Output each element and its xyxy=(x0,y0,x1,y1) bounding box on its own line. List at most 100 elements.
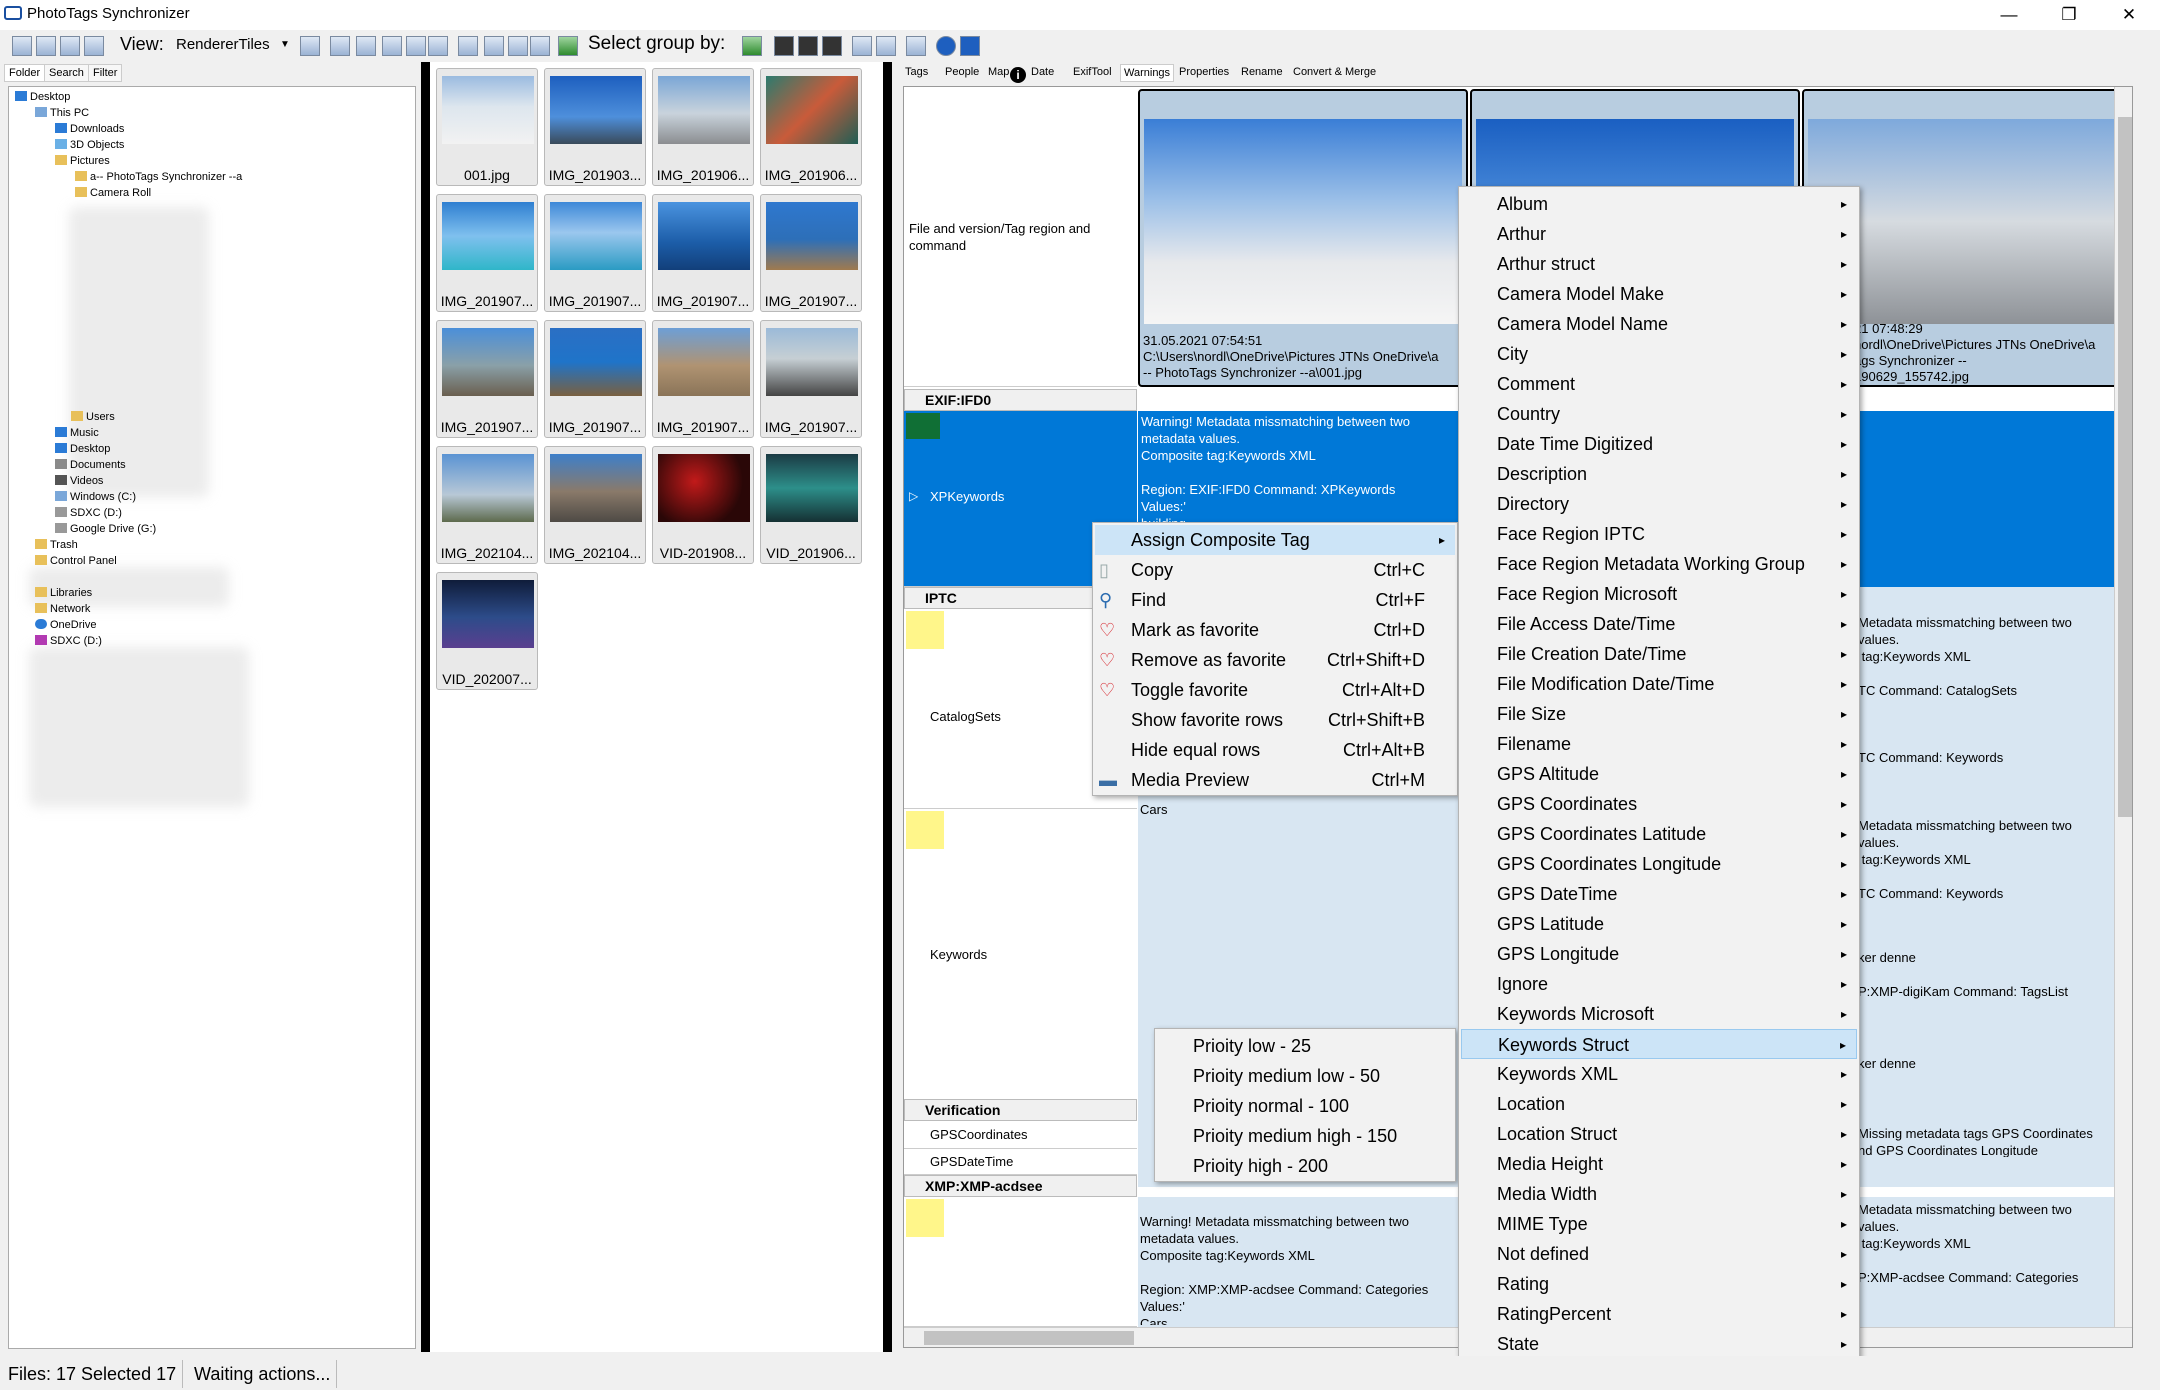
close-button[interactable]: ✕ xyxy=(2106,0,2152,30)
menu-item-composite-tag[interactable]: City ▸ xyxy=(1461,339,1857,369)
compare-icon[interactable] xyxy=(876,36,896,56)
menu-item-composite-tag[interactable]: File Size ▸ xyxy=(1461,699,1857,729)
thumbnail[interactable]: IMG_201907... xyxy=(652,194,754,312)
menu-item-composite-tag[interactable]: Keywords XML ▸ xyxy=(1461,1059,1857,1089)
menu-item-priority[interactable]: Prioity high - 200 xyxy=(1157,1151,1453,1181)
tree-item[interactable]: Google Drive (G:) xyxy=(55,523,156,535)
menu-item-composite-tag[interactable]: Directory ▸ xyxy=(1461,489,1857,519)
thumbnail[interactable]: IMG_201906... xyxy=(652,68,754,186)
tab-date[interactable]: Date xyxy=(1028,64,1057,82)
tab-exiftool[interactable]: ExifTool xyxy=(1070,64,1115,82)
menu-item-find[interactable]: ⚲ Find Ctrl+F xyxy=(1095,585,1455,615)
menu-item-composite-tag[interactable]: Face Region IPTC ▸ xyxy=(1461,519,1857,549)
thumbnail[interactable]: IMG_201907... xyxy=(544,194,646,312)
group-icon[interactable] xyxy=(742,36,762,56)
menu-item-composite-tag[interactable]: Media Height ▸ xyxy=(1461,1149,1857,1179)
image-icon[interactable] xyxy=(330,36,350,56)
tree-item[interactable]: Videos xyxy=(55,475,103,487)
rotate-icon[interactable] xyxy=(458,36,478,56)
panel-splitter[interactable] xyxy=(421,62,430,1352)
group-header[interactable]: Verification xyxy=(904,1099,1137,1121)
thumbnail[interactable]: IMG_201907... xyxy=(436,320,538,438)
save-icon[interactable] xyxy=(906,36,926,56)
menu-item-composite-tag[interactable]: File Access Date/Time ▸ xyxy=(1461,609,1857,639)
menu-item-composite-tag[interactable]: Media Width ▸ xyxy=(1461,1179,1857,1209)
thumbnail[interactable]: IMG_202104... xyxy=(544,446,646,564)
grid-icon[interactable] xyxy=(798,36,818,56)
menu-item-composite-tag[interactable]: Not defined ▸ xyxy=(1461,1239,1857,1269)
tab-convert-merge[interactable]: Convert & Merge xyxy=(1290,64,1379,82)
tree-item[interactable]: 3D Objects xyxy=(55,139,124,151)
row-label-gpsdatetime[interactable]: GPSDateTime xyxy=(904,1149,1137,1175)
image-icon[interactable] xyxy=(406,36,426,56)
expand-icon[interactable]: ▷ xyxy=(909,489,918,503)
menu-item-composite-tag[interactable]: MIME Type ▸ xyxy=(1461,1209,1857,1239)
image-icon[interactable] xyxy=(428,36,448,56)
image-icon[interactable] xyxy=(382,36,402,56)
menu-item-composite-tag[interactable]: State ▸ xyxy=(1461,1329,1857,1359)
tree-item[interactable]: Pictures xyxy=(55,155,110,167)
view-select[interactable]: RendererTiles xyxy=(170,34,292,58)
thumbnail[interactable]: IMG_201907... xyxy=(652,320,754,438)
thumbnail[interactable]: IMG_201903... xyxy=(544,68,646,186)
menu-item-composite-tag[interactable]: Filename ▸ xyxy=(1461,729,1857,759)
maximize-button[interactable]: ❐ xyxy=(2046,0,2092,30)
chevron-down-icon[interactable]: ▼ xyxy=(280,39,290,50)
thumbnail[interactable]: IMG_202104... xyxy=(436,446,538,564)
tree-item[interactable]: SDXC (D:) xyxy=(55,507,122,519)
menu-item-composite-tag[interactable]: GPS DateTime ▸ xyxy=(1461,879,1857,909)
menu-item-composite-tag[interactable]: Date Time Digitized ▸ xyxy=(1461,429,1857,459)
menu-item-composite-tag[interactable]: File Modification Date/Time ▸ xyxy=(1461,669,1857,699)
menu-item-composite-tag[interactable]: Country ▸ xyxy=(1461,399,1857,429)
tab-tags[interactable]: Tags xyxy=(902,64,931,82)
menu-item-composite-tag[interactable]: Rating ▸ xyxy=(1461,1269,1857,1299)
layout-icon[interactable] xyxy=(36,36,56,56)
menu-item-composite-tag[interactable]: GPS Latitude ▸ xyxy=(1461,909,1857,939)
menu-item-priority[interactable]: Prioity medium low - 50 xyxy=(1157,1061,1453,1091)
tab-people[interactable]: People xyxy=(942,64,982,82)
grid-icon[interactable] xyxy=(774,36,794,56)
save-icon[interactable] xyxy=(530,36,550,56)
grid-icon[interactable] xyxy=(822,36,842,56)
menu-item-composite-tag[interactable]: GPS Altitude ▸ xyxy=(1461,759,1857,789)
menu-item-composite-tag[interactable]: Arthur struct ▸ xyxy=(1461,249,1857,279)
thumbnail[interactable]: IMG_201907... xyxy=(760,194,862,312)
menu-item-copy[interactable]: ▯ Copy Ctrl+C xyxy=(1095,555,1455,585)
menu-item-composite-tag[interactable]: Location Struct ▸ xyxy=(1461,1119,1857,1149)
menu-item-composite-tag[interactable]: Keywords Microsoft ▸ xyxy=(1461,999,1857,1029)
tree-item[interactable]: Downloads xyxy=(55,123,124,135)
layout-icon[interactable] xyxy=(84,36,104,56)
menu-item-composite-tag[interactable]: RatingPercent ▸ xyxy=(1461,1299,1857,1329)
tree-item[interactable]: Music xyxy=(55,427,99,439)
gear-icon[interactable] xyxy=(936,36,956,56)
menu-item-composite-tag[interactable]: File Creation Date/Time ▸ xyxy=(1461,639,1857,669)
menu-item-composite-tag[interactable]: Face Region Microsoft ▸ xyxy=(1461,579,1857,609)
image-icon[interactable] xyxy=(300,36,320,56)
menu-item-composite-tag[interactable]: Keywords Struct ▸ xyxy=(1461,1029,1857,1059)
menu-item-composite-tag[interactable]: GPS Coordinates Longitude ▸ xyxy=(1461,849,1857,879)
tree-item[interactable]: Libraries xyxy=(35,587,92,599)
layout-icon[interactable] xyxy=(60,36,80,56)
tree-item[interactable]: This PC xyxy=(35,107,89,119)
tree-item[interactable]: Network xyxy=(35,603,90,615)
thumbnail[interactable]: IMG_201906... xyxy=(760,68,862,186)
thumbnail[interactable]: IMG_201907... xyxy=(436,194,538,312)
thumbnail[interactable]: 001.jpg xyxy=(436,68,538,186)
thumbnail[interactable]: VID_201906... xyxy=(760,446,862,564)
row-label-keywords[interactable]: Keywords xyxy=(904,809,1137,1109)
menu-item-composite-tag[interactable]: Location ▸ xyxy=(1461,1089,1857,1119)
menu-item-composite-tag[interactable]: Ignore ▸ xyxy=(1461,969,1857,999)
vertical-scrollbar[interactable] xyxy=(2114,87,2132,1327)
panel-splitter[interactable] xyxy=(883,62,892,1352)
tree-item[interactable]: Control Panel xyxy=(35,555,117,567)
menu-item-composite-tag[interactable]: GPS Longitude ▸ xyxy=(1461,939,1857,969)
tab-map[interactable]: Map xyxy=(985,64,1012,82)
filter-icon[interactable] xyxy=(960,36,980,56)
thumbnail[interactable]: IMG_201907... xyxy=(760,320,862,438)
tree-item[interactable]: Windows (C:) xyxy=(55,491,136,503)
thumbnail[interactable]: IMG_201907... xyxy=(544,320,646,438)
tree-item[interactable]: Camera Roll xyxy=(75,187,151,199)
rotate-icon[interactable] xyxy=(508,36,528,56)
menu-item-assign-composite-tag[interactable]: Assign Composite Tag ▸ xyxy=(1095,525,1455,555)
tree-item[interactable]: Documents xyxy=(55,459,126,471)
